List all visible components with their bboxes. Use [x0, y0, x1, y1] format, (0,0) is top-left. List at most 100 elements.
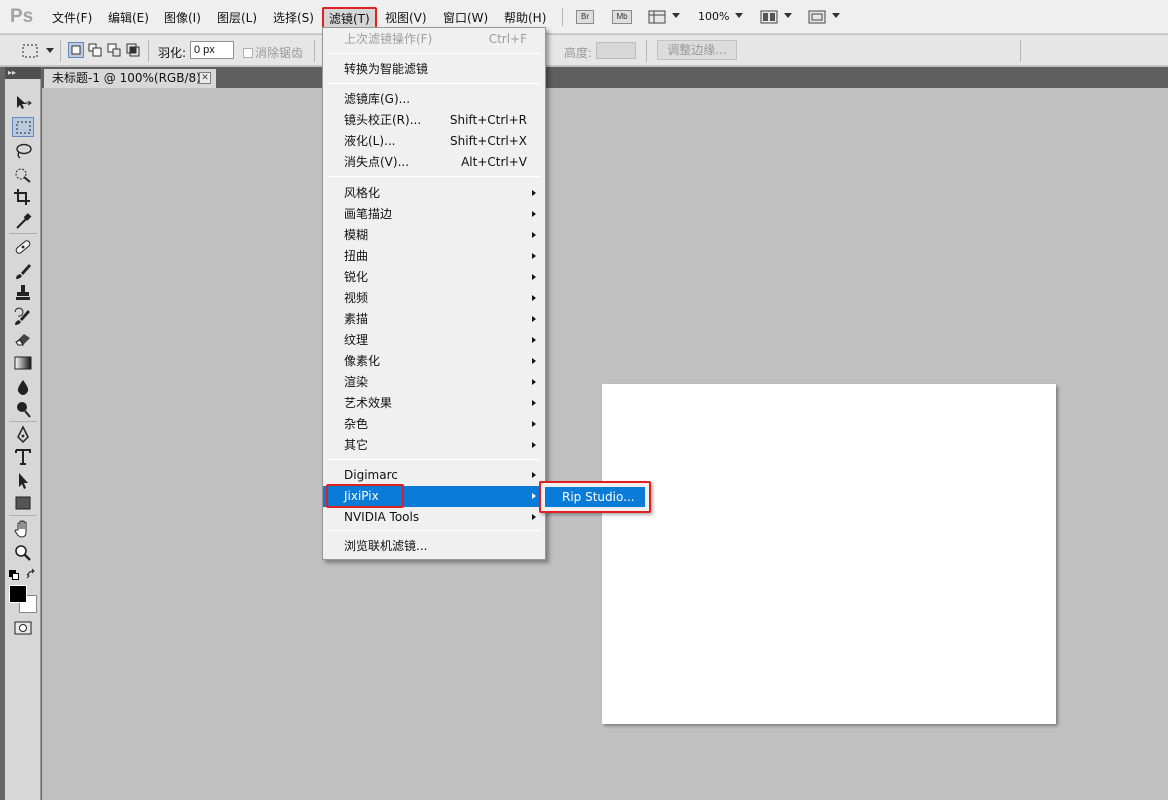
- default-colors-icon[interactable]: [9, 569, 19, 580]
- path-selection-tool-icon[interactable]: [12, 471, 34, 491]
- menu-item-distort[interactable]: 扭曲: [323, 246, 545, 267]
- view-extras-icon[interactable]: [648, 9, 666, 25]
- menu-view[interactable]: 视图(V): [385, 9, 427, 26]
- quick-mask-icon[interactable]: [14, 621, 32, 635]
- foreground-color-swatch[interactable]: [9, 585, 27, 603]
- menu-item-blur[interactable]: 模糊: [323, 225, 545, 246]
- options-bar: 羽化: 0 px 消除锯齿 高度: 调整边缘...: [0, 35, 1168, 66]
- menu-help[interactable]: 帮助(H): [504, 9, 546, 26]
- subtract-from-selection-icon[interactable]: [106, 42, 122, 58]
- submenu-arrow-icon: [532, 493, 536, 499]
- menu-item-shortcut: Ctrl+F: [488, 32, 527, 46]
- menu-item-label: 锐化: [344, 270, 369, 284]
- menu-item-artistic[interactable]: 艺术效果: [323, 393, 545, 414]
- type-tool-icon[interactable]: [12, 447, 34, 467]
- menu-separator: [328, 176, 540, 177]
- menu-bar: Ps 文件(F) 编辑(E) 图像(I) 图层(L) 选择(S) 滤镜(T) 视…: [0, 0, 1168, 34]
- lasso-tool-icon[interactable]: [12, 141, 34, 161]
- menu-item-brush-strokes[interactable]: 画笔描边: [323, 204, 545, 225]
- menu-item-liquify[interactable]: 液化(L)... Shift+Ctrl+X: [323, 131, 545, 152]
- menu-item-filter-gallery[interactable]: 滤镜库(G)...: [323, 89, 545, 110]
- document-canvas[interactable]: [602, 384, 1056, 724]
- height-label: 高度:: [564, 46, 593, 60]
- new-selection-icon[interactable]: [68, 42, 84, 58]
- history-brush-tool-icon[interactable]: [12, 307, 34, 327]
- menu-item-sketch[interactable]: 素描: [323, 309, 545, 330]
- menu-item-other[interactable]: 其它: [323, 435, 545, 456]
- menu-item-jixipix[interactable]: JixiPix: [323, 486, 545, 507]
- healing-brush-tool-icon[interactable]: [12, 237, 34, 257]
- chevron-down-icon[interactable]: [784, 13, 792, 18]
- eyedropper-tool-icon[interactable]: [12, 211, 34, 231]
- menu-item-noise[interactable]: 杂色: [323, 414, 545, 435]
- quick-selection-tool-icon[interactable]: [12, 165, 34, 185]
- swap-colors-icon[interactable]: [26, 568, 38, 580]
- menu-item-pixelate[interactable]: 像素化: [323, 351, 545, 372]
- brush-tool-icon[interactable]: [12, 261, 34, 281]
- chevron-down-icon[interactable]: [735, 13, 743, 18]
- crop-tool-icon[interactable]: [12, 187, 34, 207]
- eraser-tool-icon[interactable]: [12, 329, 34, 349]
- menu-item-digimarc[interactable]: Digimarc: [323, 465, 545, 486]
- screen-mode-icon[interactable]: [808, 9, 826, 25]
- chevron-down-icon[interactable]: [832, 13, 840, 18]
- close-icon[interactable]: ✕: [199, 72, 211, 84]
- gradient-tool-icon[interactable]: [12, 353, 34, 373]
- menu-item-label: 上次滤镜操作(F): [344, 32, 433, 46]
- menu-item-lens-correction[interactable]: 镜头校正(R)... Shift+Ctrl+R: [323, 110, 545, 131]
- shape-tool-icon[interactable]: [12, 493, 34, 513]
- intersect-selection-icon[interactable]: [125, 42, 141, 58]
- feather-input[interactable]: 0 px: [190, 41, 234, 59]
- minibridge-button[interactable]: Mb: [612, 10, 632, 24]
- menu-item-stylize[interactable]: 风格化: [323, 183, 545, 204]
- zoom-level[interactable]: 100%: [698, 10, 729, 23]
- menu-select[interactable]: 选择(S): [273, 9, 314, 26]
- menu-item-label: 渲染: [344, 375, 369, 389]
- marquee-preset-icon[interactable]: [20, 42, 42, 60]
- menu-file[interactable]: 文件(F): [52, 9, 92, 26]
- menu-item-label: 画笔描边: [344, 207, 393, 221]
- blur-tool-icon[interactable]: [12, 377, 34, 397]
- menu-item-rip-studio[interactable]: Rip Studio...: [545, 487, 645, 507]
- menu-layer[interactable]: 图层(L): [217, 9, 257, 26]
- menu-item-browse-filters-online[interactable]: 浏览联机滤镜...: [323, 536, 545, 557]
- menu-separator: [328, 459, 540, 460]
- menu-item-convert-smart-filters[interactable]: 转换为智能滤镜: [323, 59, 545, 80]
- menu-item-video[interactable]: 视频: [323, 288, 545, 309]
- menu-item-label: 素描: [344, 312, 369, 326]
- hand-tool-icon[interactable]: [12, 519, 34, 539]
- submenu-arrow-icon: [532, 190, 536, 196]
- document-tab[interactable]: 未标题-1 @ 100%(RGB/8) ✕: [44, 69, 216, 88]
- toolbar-separator: [9, 233, 37, 234]
- menu-item-sharpen[interactable]: 锐化: [323, 267, 545, 288]
- menu-item-label: 液化(L)...: [344, 134, 396, 148]
- panel-grip[interactable]: ▸▸: [5, 67, 41, 79]
- clone-stamp-tool-icon[interactable]: [12, 283, 34, 303]
- move-tool-icon[interactable]: [12, 93, 34, 113]
- menu-item-label: JixiPix: [344, 489, 379, 503]
- chevron-down-icon[interactable]: [46, 48, 54, 53]
- menu-item-render[interactable]: 渲染: [323, 372, 545, 393]
- menu-item-nvidia-tools[interactable]: NVIDIA Tools: [323, 507, 545, 528]
- marquee-tool-icon[interactable]: [12, 117, 34, 137]
- options-separator: [314, 40, 315, 62]
- menu-image[interactable]: 图像(I): [164, 9, 201, 26]
- tools-panel-body: ▸▸: [5, 67, 41, 800]
- pen-tool-icon[interactable]: [12, 425, 34, 445]
- dodge-tool-icon[interactable]: [12, 399, 34, 419]
- menu-edit[interactable]: 编辑(E): [108, 9, 149, 26]
- menu-window[interactable]: 窗口(W): [443, 9, 488, 26]
- photoshop-logo: Ps: [10, 6, 34, 27]
- menu-separator: [328, 530, 540, 531]
- menu-item-vanishing-point[interactable]: 消失点(V)... Alt+Ctrl+V: [323, 152, 545, 173]
- menu-separator: [328, 83, 540, 84]
- submenu-arrow-icon: [532, 358, 536, 364]
- menu-item-label: 像素化: [344, 354, 381, 368]
- menu-item-texture[interactable]: 纹理: [323, 330, 545, 351]
- chevron-down-icon[interactable]: [672, 13, 680, 18]
- add-to-selection-icon[interactable]: [87, 42, 103, 58]
- arrange-documents-icon[interactable]: [760, 9, 778, 25]
- menu-item-label: 杂色: [344, 417, 369, 431]
- zoom-tool-icon[interactable]: [12, 543, 34, 563]
- bridge-button[interactable]: Br: [576, 10, 594, 24]
